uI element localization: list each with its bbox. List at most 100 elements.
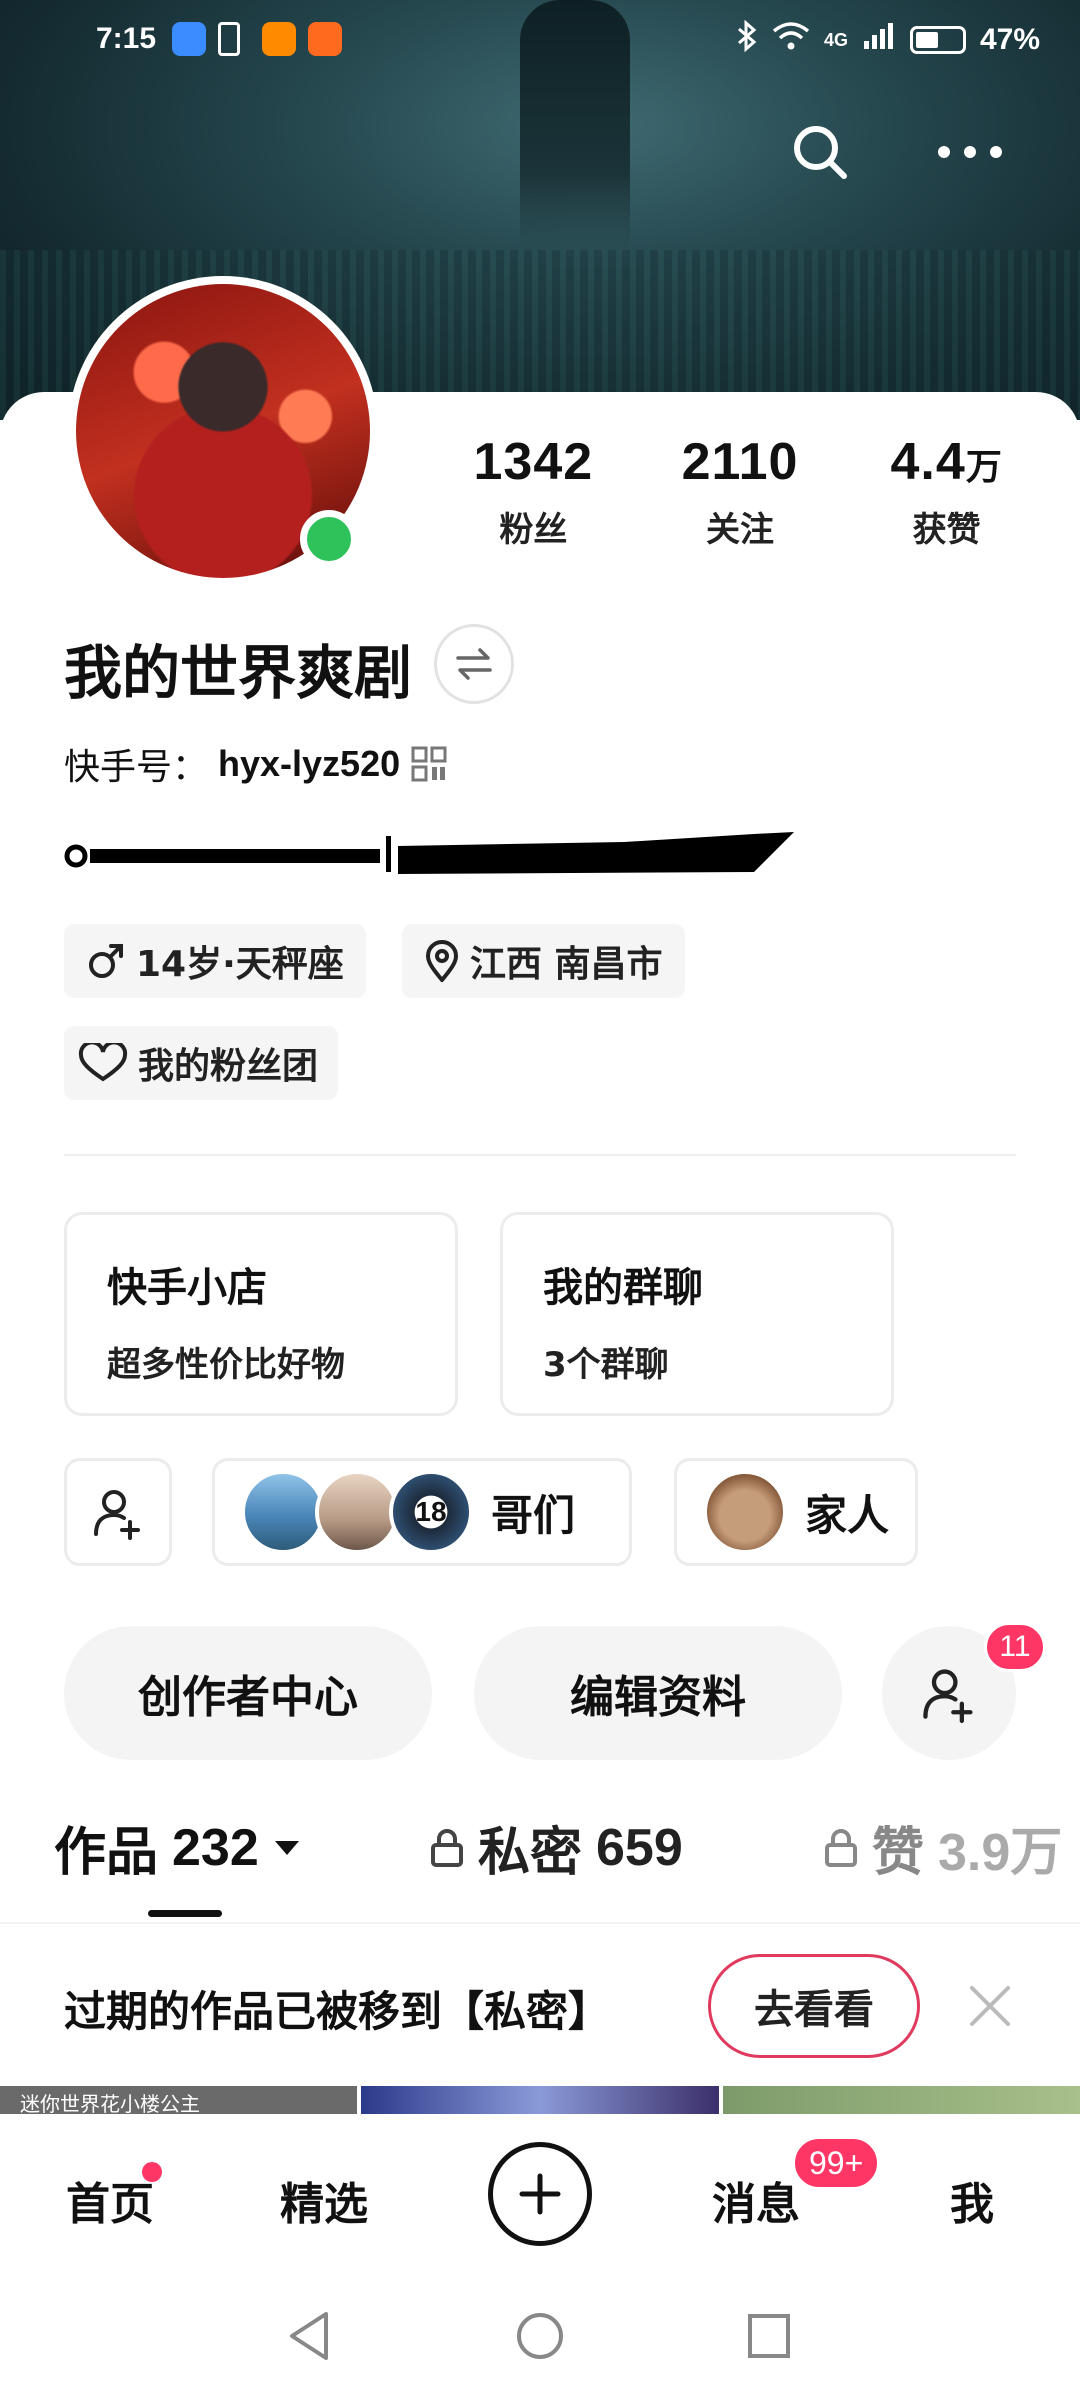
work-thumb-1-caption: 迷你世界花小楼公主 <box>20 2092 200 2116</box>
tab-private[interactable]: 私密 659 <box>430 1810 683 1885</box>
network-type: 4G <box>823 29 848 50</box>
plus-icon <box>519 2173 561 2215</box>
tab-liked-label: 赞 <box>872 1823 925 1883</box>
group-buddies[interactable]: 18 哥们 <box>212 1458 632 1566</box>
profile-name: 我的世界爽剧 <box>64 639 413 707</box>
group-chat-card-title: 我的群聊 <box>543 1265 703 1311</box>
likes-count: 4.4 <box>890 433 966 491</box>
status-bar: 7:15 4G 47% <box>0 0 1080 80</box>
taobao-app-icon <box>262 22 296 56</box>
works-grid-preview: 迷你世界花小楼公主 <box>0 2086 1080 2116</box>
wifi-icon <box>772 21 810 59</box>
tab-private-count: 659 <box>596 1818 683 1877</box>
group-buddies-label: 哥们 <box>491 1490 576 1540</box>
more-dots-icon <box>938 146 1002 158</box>
close-icon <box>970 1986 1010 2026</box>
add-friend-badge: 11 <box>984 1622 1046 1672</box>
following-count: 2110 <box>681 433 799 491</box>
edit-profile-button[interactable]: 编辑资料 <box>474 1626 842 1760</box>
stat-following[interactable]: 2110 关注 <box>637 432 844 551</box>
switch-account-button[interactable] <box>434 624 514 704</box>
group-chat-card-subtitle: 3个群聊 <box>543 1345 669 1385</box>
home-circle-icon[interactable] <box>514 2308 566 2364</box>
nav-messages[interactable]: 消息 <box>712 2168 800 2232</box>
video-app-icon <box>308 22 342 56</box>
tab-works-label: 作品 <box>54 1823 159 1883</box>
online-status-dot <box>300 510 358 568</box>
shop-card-subtitle: 超多性价比好物 <box>107 1345 345 1385</box>
lock-icon <box>825 1828 857 1867</box>
battery-percent: 47% <box>979 23 1040 56</box>
age-sign-text: 14岁·天秤座 <box>136 944 344 985</box>
add-person-icon <box>94 1490 140 1540</box>
stat-followers[interactable]: 1342 粉丝 <box>430 432 637 551</box>
work-thumb-1[interactable]: 迷你世界花小楼公主 <box>0 2086 358 2116</box>
home-notification-dot <box>142 2162 162 2182</box>
kuaishou-id-label: 快手号： <box>64 747 209 788</box>
nav-me[interactable]: 我 <box>950 2168 994 2232</box>
qr-code-icon[interactable] <box>410 745 448 783</box>
buddy-avatar-3: 18 <box>389 1470 473 1554</box>
banner-close-button[interactable] <box>966 1982 1014 2034</box>
kuaishou-id-value: hyx-lyz520 <box>218 743 401 784</box>
status-right-group: 4G 47% <box>736 19 1040 60</box>
create-button[interactable] <box>488 2142 592 2246</box>
male-icon <box>89 944 123 978</box>
swap-arrows-icon <box>456 648 492 680</box>
nav-home[interactable]: 首页 <box>66 2168 154 2232</box>
tab-liked[interactable]: 赞 3.9万 <box>824 1810 1080 1885</box>
likes-label: 获赞 <box>912 510 981 550</box>
buddy-avatar-1 <box>241 1470 325 1554</box>
content-tabs: 作品 232 私密 659 赞 3.9万 <box>0 1810 1080 1910</box>
status-time: 7:15 <box>96 22 157 55</box>
group-chat-card[interactable]: 我的群聊 3个群聊 <box>500 1212 894 1416</box>
kuaishou-shop-card[interactable]: 快手小店 超多性价比好物 <box>64 1212 458 1416</box>
tab-private-label: 私密 <box>478 1823 583 1883</box>
redacted-bio <box>64 832 794 874</box>
followers-label: 粉丝 <box>499 510 568 550</box>
lock-icon <box>431 1828 463 1867</box>
add-group-member-button[interactable] <box>64 1458 172 1566</box>
more-button[interactable] <box>934 140 1006 168</box>
system-nav-bar <box>0 2278 1080 2400</box>
signal-icon <box>862 21 896 59</box>
tab-works-count: 232 <box>172 1818 259 1877</box>
active-tab-indicator <box>148 1910 222 1917</box>
shop-card-title: 快手小店 <box>107 1265 267 1311</box>
search-button[interactable] <box>790 122 850 186</box>
heart-hands-icon <box>78 1043 128 1082</box>
following-label: 关注 <box>706 510 774 550</box>
go-see-button[interactable]: 去看看 <box>708 1954 920 2058</box>
tag-fan-group[interactable]: 我的粉丝团 <box>64 1026 339 1100</box>
location-text: 江西 南昌市 <box>470 944 663 985</box>
work-thumb-3[interactable] <box>722 2086 1080 2114</box>
tag-location: 江西 南昌市 <box>402 924 685 998</box>
family-avatar <box>703 1470 787 1554</box>
banner-message: 过期的作品已被移到【私密】 <box>64 1987 611 2036</box>
likes-unit: 万 <box>965 446 1003 487</box>
section-divider <box>64 1154 1016 1156</box>
fan-group-text: 我的粉丝团 <box>138 1046 319 1087</box>
creator-center-button[interactable]: 创作者中心 <box>64 1626 432 1760</box>
expired-works-banner: 过期的作品已被移到【私密】 去看看 <box>0 1922 1080 2086</box>
tab-liked-count: 3.9万 <box>938 1824 1063 1882</box>
shield-app-icon <box>172 22 206 56</box>
followers-count: 1342 <box>473 433 594 491</box>
stat-likes[interactable]: 4.4万 获赞 <box>843 432 1050 551</box>
buddy-avatar-2 <box>315 1470 399 1554</box>
recents-icon[interactable] <box>744 2308 794 2364</box>
kuaishou-id[interactable]: 快手号： hyx-lyz520 <box>64 738 448 790</box>
add-friend-icon <box>923 1669 973 1723</box>
nav-featured[interactable]: 精选 <box>280 2168 368 2232</box>
tab-works[interactable]: 作品 232 <box>54 1810 301 1885</box>
caret-down-icon <box>274 1840 299 1855</box>
bottom-nav: 首页 精选 消息 99+ 我 <box>0 2114 1080 2278</box>
group-family[interactable]: 家人 <box>674 1458 918 1566</box>
profile-stats: 1342 粉丝 2110 关注 4.4万 获赞 <box>430 432 1050 551</box>
search-icon <box>794 126 847 179</box>
work-thumb-2[interactable] <box>361 2086 719 2114</box>
back-icon[interactable] <box>284 2308 334 2364</box>
tag-age-sign: 14岁·天秤座 <box>64 924 366 998</box>
bluetooth-icon <box>736 19 758 60</box>
messages-badge: 99+ <box>792 2136 881 2190</box>
